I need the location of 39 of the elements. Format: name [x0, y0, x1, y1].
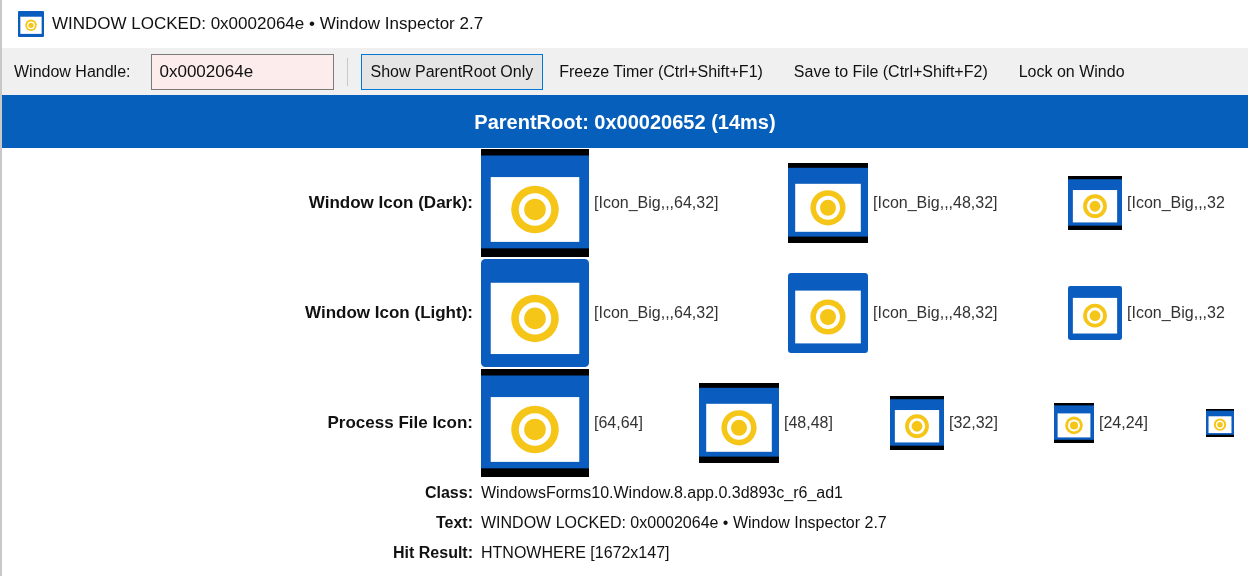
app-icon [1054, 403, 1094, 443]
property-value: WINDOW LOCKED: 0x0002064e • Window Inspector 2.7 [481, 513, 887, 533]
property-label: Class: [423, 483, 474, 503]
property-label: Text: [434, 513, 474, 533]
toolbar-button[interactable]: Lock on Windo [1010, 53, 1133, 90]
property-value: HTNOWHERE [1672x147] [481, 543, 670, 563]
parent-root-header: ParentRoot: 0x00020652 (14ms) [2, 95, 1248, 148]
app-icon [481, 149, 589, 257]
property-label: Hit Result: [392, 543, 474, 563]
app-icon [788, 273, 868, 353]
app-icon [890, 396, 944, 450]
icon-caption: [24,24] [1099, 413, 1148, 433]
row-label: Window Icon (Light): [304, 302, 474, 325]
icon-caption: [48,48] [784, 413, 833, 433]
icon-caption: [Icon_Big,,,48,32] [873, 303, 998, 323]
app-icon [699, 383, 779, 463]
icon-caption: [Icon_Big,,,32 [1127, 303, 1225, 323]
app-icon [481, 369, 589, 477]
handle-field[interactable]: 0x0002064e [150, 53, 334, 90]
icon-caption: [Icon_Big,,,64,32] [594, 303, 719, 323]
toolbar-button[interactable]: Show ParentRoot Only [360, 53, 544, 90]
app-icon [1068, 286, 1122, 340]
app-icon [18, 11, 44, 37]
icon-caption: [64,64] [594, 413, 643, 433]
row-label: Process File Icon: [326, 412, 474, 435]
icon-caption: [Icon_Big,,,32 [1127, 193, 1225, 213]
toolbar-button[interactable]: Save to File (Ctrl+Shift+F2) [785, 53, 996, 90]
icon-caption: [32,32] [949, 413, 998, 433]
icon-caption: [Icon_Big,,,64,32] [594, 193, 719, 213]
property-value: WindowsForms10.Window.8.app.0.3d893c_r6_ad1 [481, 483, 843, 503]
app-icon [788, 163, 868, 243]
row-label: Window Icon (Dark): [307, 192, 474, 215]
icon-caption: [Icon_Big,,,48,32] [873, 193, 998, 213]
window-title: WINDOW LOCKED: 0x0002064e • Window Inspector 2.7 [52, 13, 484, 36]
app-icon [1206, 409, 1234, 437]
handle-label: Window Handle: [14, 61, 131, 82]
app-icon [1068, 176, 1122, 230]
app-icon [481, 259, 589, 367]
toolbar-button[interactable]: Freeze Timer (Ctrl+Shift+F1) [551, 53, 771, 90]
